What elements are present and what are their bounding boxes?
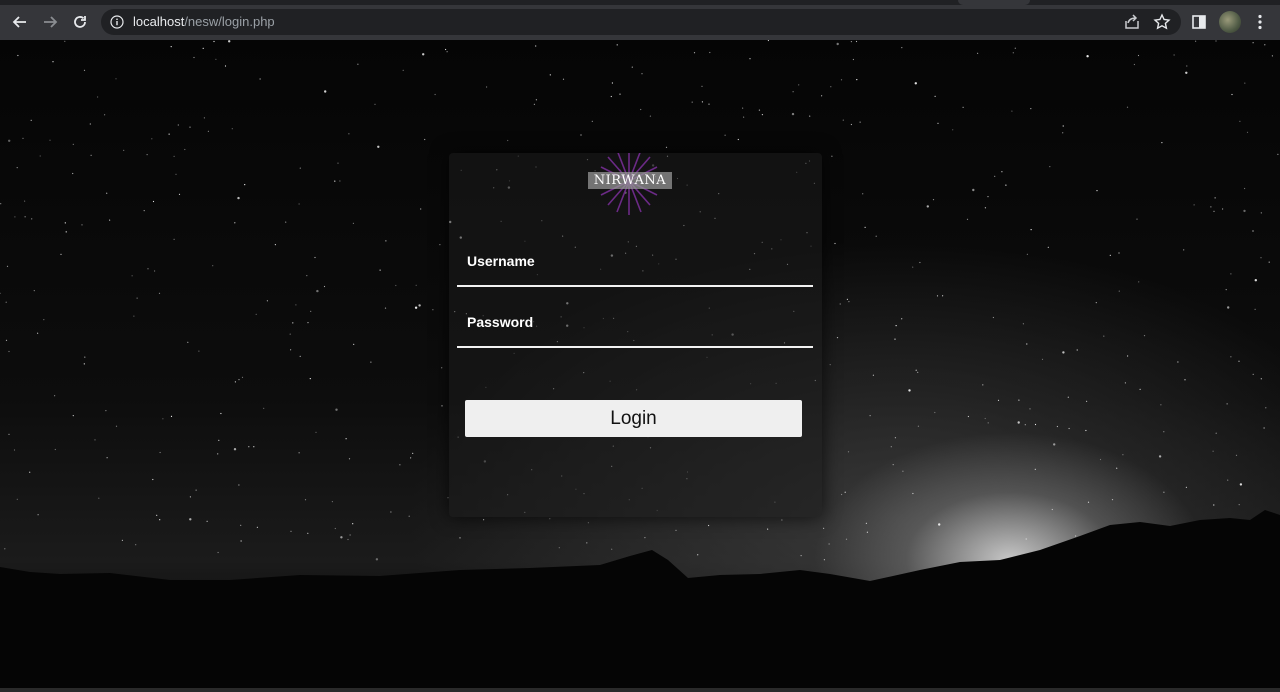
site-info-icon[interactable] (110, 15, 124, 29)
url-host: localhost (133, 14, 185, 29)
url-path: /nesw/login.php (184, 14, 275, 29)
password-field[interactable]: Password (457, 306, 817, 348)
password-input[interactable] (457, 306, 817, 348)
address-bar[interactable]: localhost/nesw/login.php (101, 9, 1181, 35)
browser-toolbar: localhost/nesw/login.php (0, 0, 1280, 40)
kebab-menu-icon[interactable] (1251, 13, 1269, 31)
logo-text: NIRWANA (588, 172, 672, 189)
login-button[interactable]: Login (465, 400, 802, 437)
login-panel: NIRWANA Username Password Login (449, 147, 822, 517)
share-icon[interactable] (1123, 13, 1141, 31)
star-icon[interactable] (1153, 13, 1171, 31)
username-field[interactable]: Username (457, 245, 817, 287)
profile-avatar[interactable] (1219, 11, 1241, 33)
forward-arrow-icon[interactable] (38, 10, 62, 34)
login-page: NIRWANA Username Password Login (0, 40, 1280, 692)
sunburst-icon (600, 147, 658, 215)
side-panel-icon[interactable] (1190, 13, 1208, 31)
reload-icon[interactable] (68, 10, 92, 34)
window-bottom-edge (0, 688, 1280, 692)
nirwana-logo: NIRWANA (587, 147, 675, 225)
back-arrow-icon[interactable] (8, 10, 32, 34)
url-text[interactable]: localhost/nesw/login.php (133, 14, 275, 30)
tab-strip-edge (958, 0, 1030, 5)
username-input[interactable] (457, 245, 817, 287)
